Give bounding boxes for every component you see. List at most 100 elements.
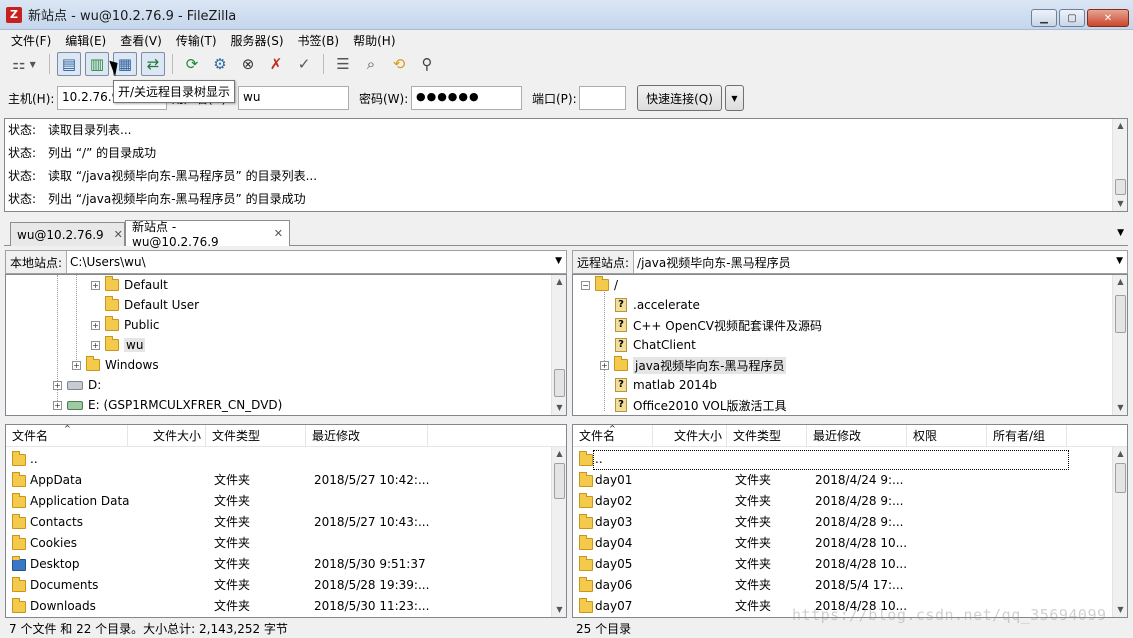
toggle-log-icon[interactable]: ▤ [57, 52, 81, 76]
chevron-down-icon[interactable]: ▼ [1116, 256, 1123, 266]
tree-item[interactable]: ? .accelerate [615, 295, 700, 315]
column-filetype[interactable]: 文件类型 [206, 425, 306, 447]
list-item[interactable]: day04 文件夹 2018/4/28 10... [573, 533, 1127, 554]
column-modified[interactable]: 最近修改 [306, 425, 428, 447]
user-input[interactable]: wu [238, 86, 349, 110]
close-icon[interactable]: ✕ [114, 228, 123, 241]
menu-help[interactable]: 帮助(H) [346, 32, 402, 49]
scroll-up-icon[interactable]: ▲ [1113, 447, 1127, 461]
tree-item[interactable]: ? ChatClient [615, 335, 696, 355]
close-button[interactable]: ✕ [1087, 9, 1129, 27]
scroll-thumb[interactable] [554, 369, 565, 397]
list-item[interactable]: .. [573, 449, 1127, 470]
reconnect-icon[interactable]: ✓ [292, 52, 316, 76]
list-item[interactable]: day06 文件夹 2018/5/4 17:... [573, 575, 1127, 596]
quickconnect-dropdown[interactable]: ▼ [725, 85, 744, 111]
menu-file[interactable]: 文件(F) [4, 32, 58, 49]
list-item[interactable]: .. [6, 449, 566, 470]
tree-item[interactable]: + E: (GSP1RMCULXFRER_CN_DVD) [53, 395, 282, 415]
list-item[interactable]: Contacts 文件夹 2018/5/27 10:43:... [6, 512, 566, 533]
scroll-thumb[interactable] [1115, 463, 1126, 493]
refresh-icon[interactable]: ⟳ [180, 52, 204, 76]
list-item[interactable]: day03 文件夹 2018/4/28 9:... [573, 512, 1127, 533]
list-item[interactable]: day05 文件夹 2018/4/28 10... [573, 554, 1127, 575]
column-filename[interactable]: 文件名 ^ [6, 425, 128, 447]
local-tree-scrollbar[interactable]: ▲ ▼ [551, 275, 566, 415]
scroll-down-icon[interactable]: ▼ [1113, 197, 1128, 211]
scroll-down-icon[interactable]: ▼ [1113, 401, 1127, 415]
menu-transfer[interactable]: 传输(T) [169, 32, 224, 49]
scroll-up-icon[interactable]: ▲ [1113, 275, 1127, 289]
column-filesize[interactable]: 文件大小 [653, 425, 727, 447]
toggle-local-tree-icon[interactable]: ▥ [85, 52, 109, 76]
tree-item[interactable]: Default User [105, 295, 199, 315]
compare-icon[interactable]: ⌕ [359, 52, 383, 76]
tree-item[interactable]: ? matlab 2014b [615, 375, 717, 395]
column-filesize[interactable]: 文件大小 [128, 425, 206, 447]
tree-item[interactable]: + wu [91, 335, 146, 355]
site-manager-icon[interactable]: ⚏ ▼ [6, 52, 42, 76]
list-item[interactable]: Application Data 文件夹 [6, 491, 566, 512]
search-icon[interactable]: ⚲ [415, 52, 439, 76]
scroll-up-icon[interactable]: ▲ [552, 275, 566, 289]
menu-edit[interactable]: 编辑(E) [58, 32, 113, 49]
scroll-up-icon[interactable]: ▲ [1113, 119, 1128, 133]
list-item[interactable]: Documents 文件夹 2018/5/28 19:39:... [6, 575, 566, 596]
list-item[interactable]: Desktop 文件夹 2018/5/30 9:51:37 [6, 554, 566, 575]
tree-item[interactable]: − / [581, 275, 618, 295]
tree-item-selected[interactable]: + java视频毕向东-黑马程序员 [600, 355, 787, 375]
local-path-input[interactable]: C:\Users\wu\ ▼ [66, 251, 566, 273]
column-filetype[interactable]: 文件类型 [727, 425, 807, 447]
process-queue-icon[interactable]: ⚙ [208, 52, 232, 76]
scroll-down-icon[interactable]: ▼ [552, 401, 566, 415]
column-filename[interactable]: 文件名 ^ [573, 425, 653, 447]
expand-icon[interactable]: + [53, 380, 62, 390]
tab-list-dropdown-icon[interactable]: ▼ [1117, 228, 1124, 238]
log-scrollbar[interactable]: ▲ ▼ [1112, 119, 1127, 211]
list-item[interactable]: day01 文件夹 2018/4/24 9:... [573, 470, 1127, 491]
filter-icon[interactable]: ☰ [331, 52, 355, 76]
expand-icon[interactable]: + [72, 360, 81, 370]
scroll-thumb[interactable] [1115, 295, 1126, 333]
close-icon[interactable]: ✕ [274, 227, 283, 240]
local-list-scrollbar[interactable]: ▲ ▼ [551, 447, 566, 617]
scroll-thumb[interactable] [1115, 179, 1126, 195]
expand-icon[interactable]: + [53, 400, 62, 410]
quickconnect-button[interactable]: 快速连接(Q) [637, 85, 722, 111]
tree-item[interactable]: ? C++ OpenCV视频配套课件及源码 [615, 315, 822, 335]
column-owner[interactable]: 所有者/组 [987, 425, 1067, 447]
tab-connection-2[interactable]: 新站点 - wu@10.2.76.9 ✕ [125, 220, 290, 249]
port-input[interactable] [579, 86, 626, 110]
maximize-button[interactable]: ▢ [1059, 9, 1085, 27]
tree-item[interactable]: + Windows [72, 355, 159, 375]
password-input[interactable]: ●●●●●● [411, 86, 522, 110]
sync-browse-icon[interactable]: ⟲ [387, 52, 411, 76]
disconnect-icon[interactable]: ✗ [264, 52, 288, 76]
tree-item[interactable]: + Default [91, 275, 168, 295]
expand-icon[interactable]: + [91, 340, 100, 350]
tree-item[interactable]: + D: [53, 375, 101, 395]
scroll-thumb[interactable] [554, 463, 565, 499]
expand-icon[interactable]: + [600, 360, 609, 370]
list-item[interactable]: Downloads 文件夹 2018/5/30 11:23:... [6, 596, 566, 617]
tab-connection-1[interactable]: wu@10.2.76.9 ✕ [10, 222, 125, 246]
scroll-down-icon[interactable]: ▼ [1113, 603, 1127, 617]
tree-item[interactable]: ? Office2010 VOL版激活工具 [615, 395, 787, 415]
remote-path-input[interactable]: /java视频毕向东-黑马程序员 ▼ [633, 251, 1127, 273]
tree-item[interactable]: + Public [91, 315, 160, 335]
expand-icon[interactable]: + [91, 280, 100, 290]
remote-tree-scrollbar[interactable]: ▲ ▼ [1112, 275, 1127, 415]
remote-list-scrollbar[interactable]: ▲ ▼ [1112, 447, 1127, 617]
expand-icon[interactable]: + [91, 320, 100, 330]
column-permissions[interactable]: 权限 [907, 425, 987, 447]
scroll-up-icon[interactable]: ▲ [552, 447, 566, 461]
menu-server[interactable]: 服务器(S) [224, 32, 291, 49]
list-item[interactable]: day02 文件夹 2018/4/28 9:... [573, 491, 1127, 512]
list-item[interactable]: Cookies 文件夹 [6, 533, 566, 554]
toggle-queue-icon[interactable]: ⇄ [141, 52, 165, 76]
menu-bookmarks[interactable]: 书签(B) [291, 32, 347, 49]
cancel-icon[interactable]: ⊗ [236, 52, 260, 76]
menu-view[interactable]: 查看(V) [113, 32, 169, 49]
collapse-icon[interactable]: − [581, 280, 590, 290]
list-item[interactable]: AppData 文件夹 2018/5/27 10:42:... [6, 470, 566, 491]
